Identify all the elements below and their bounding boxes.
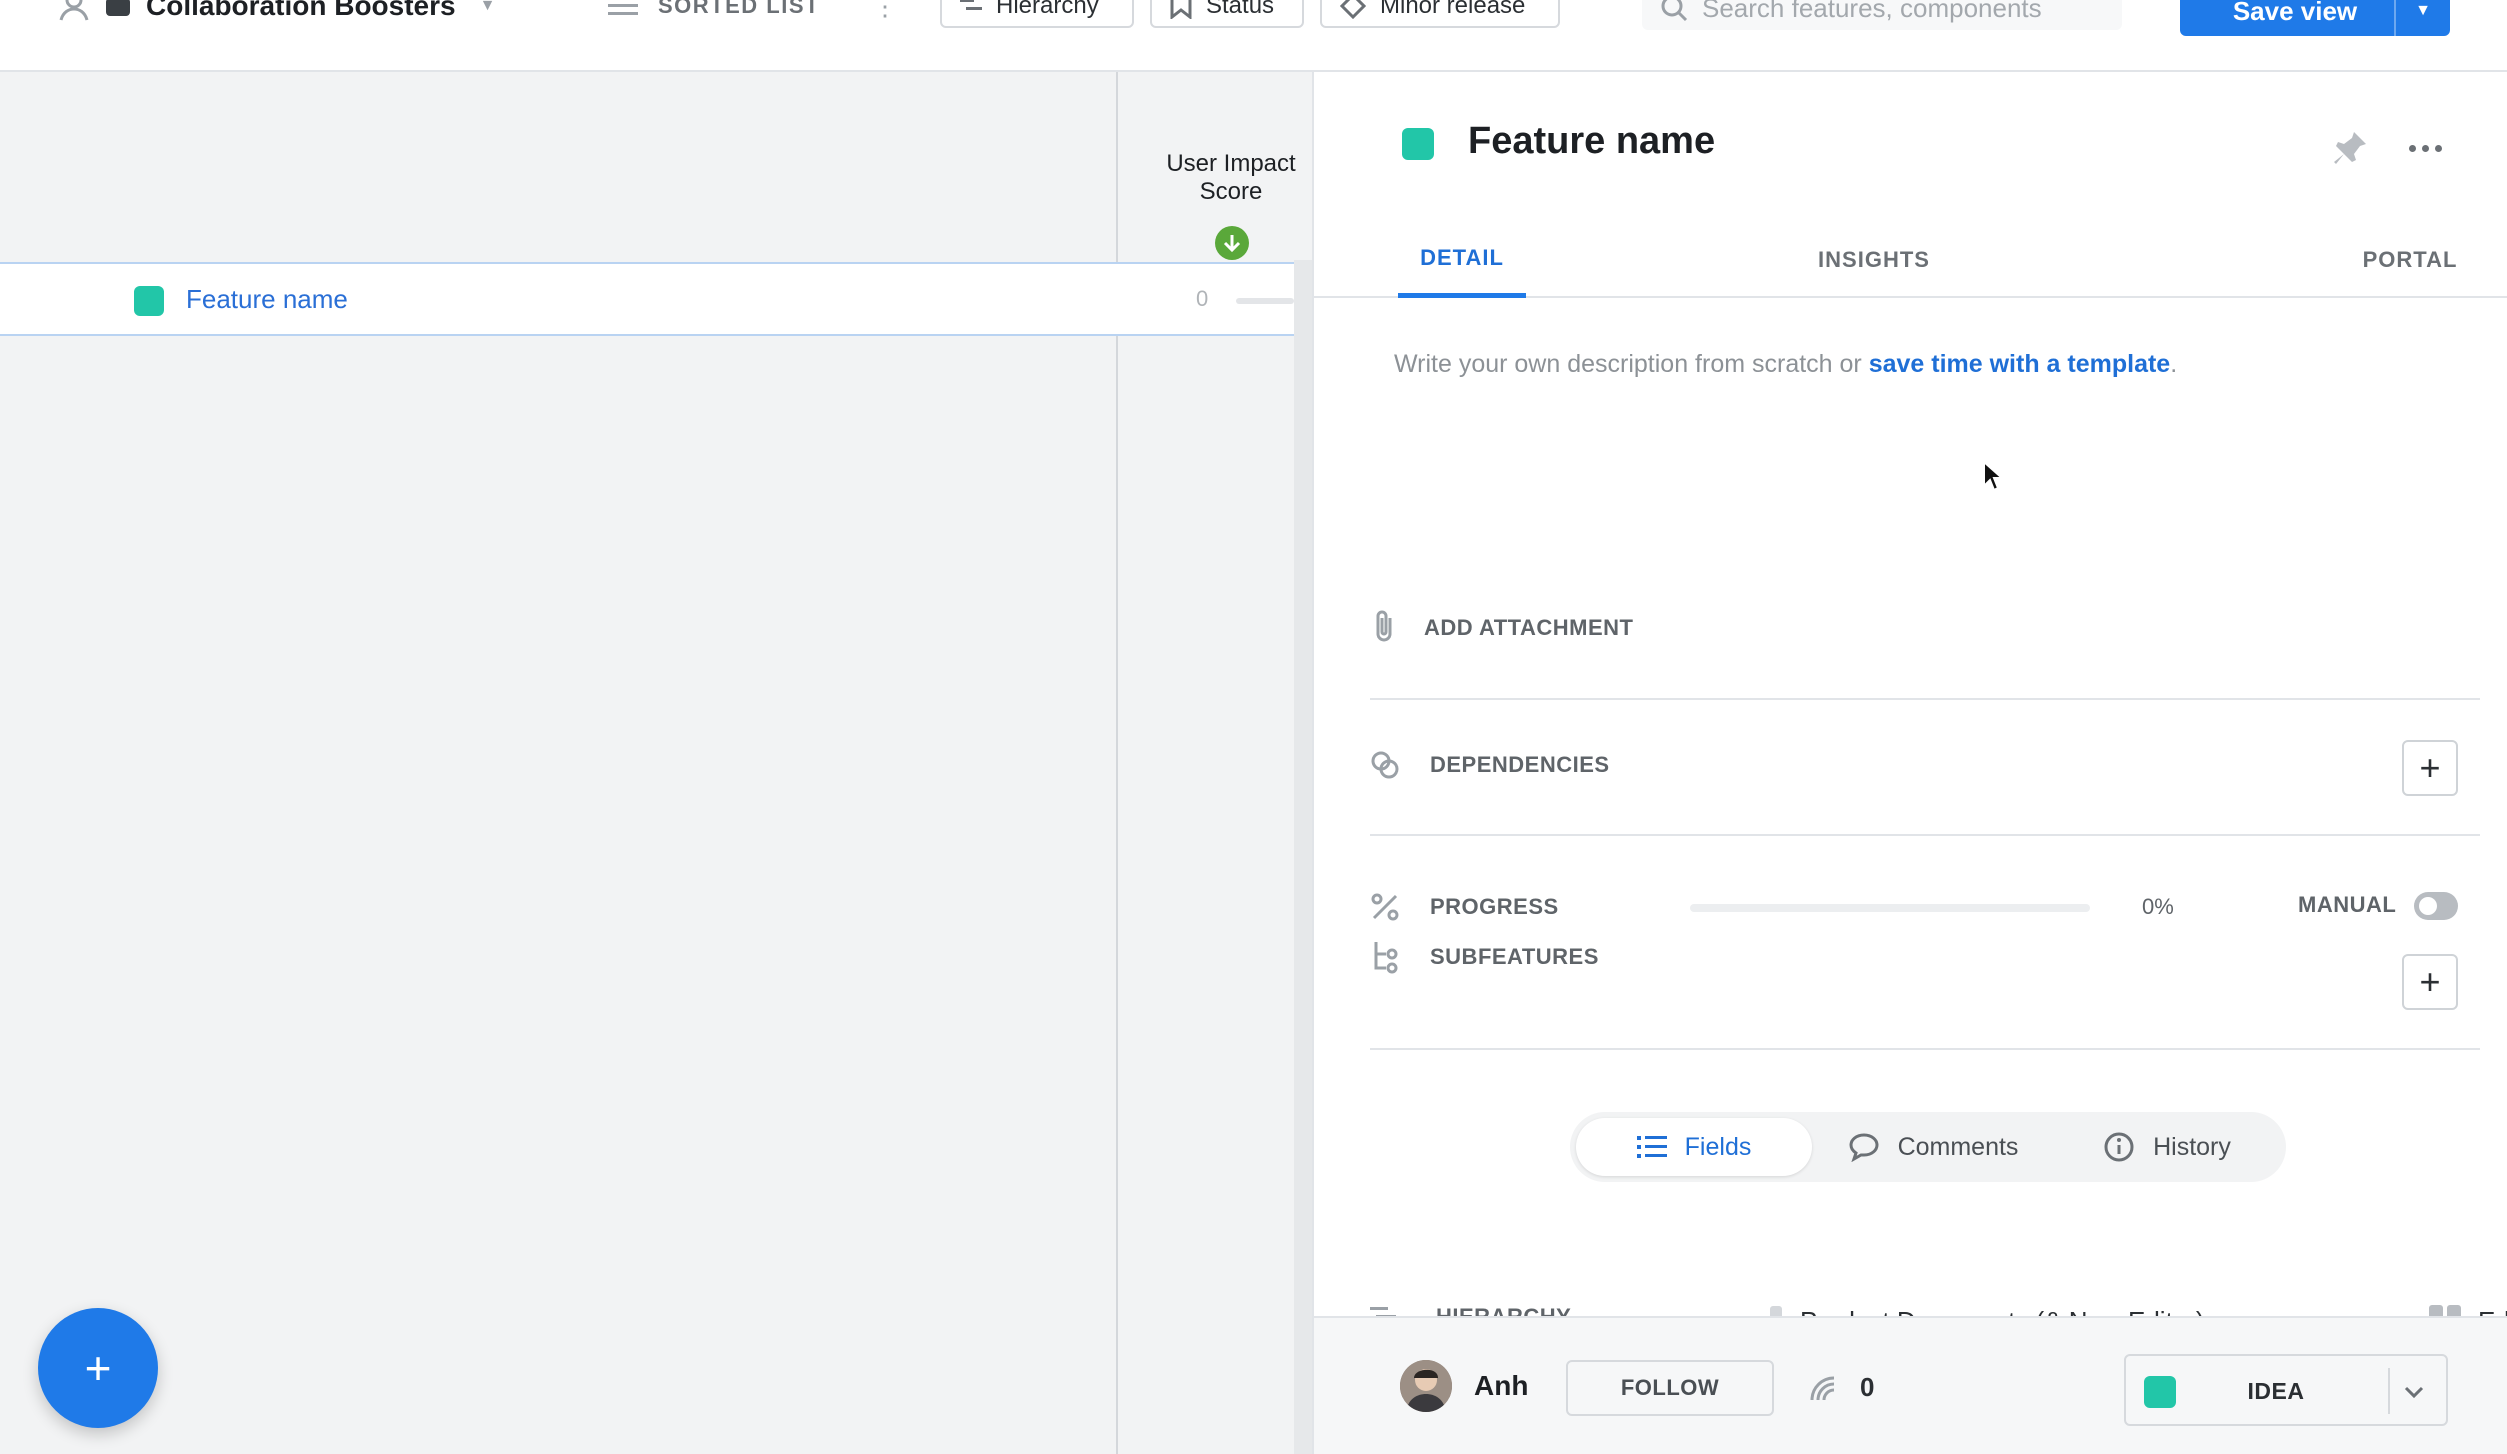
plus-icon: + (84, 1342, 112, 1394)
column-header-user-impact[interactable]: User Impact Score (1140, 150, 1322, 206)
segment-label: History (2153, 1132, 2231, 1161)
filter-release[interactable]: Minor release (1320, 0, 1560, 28)
workspace-name: Collaboration Boosters (146, 0, 456, 21)
plus-icon: + (2419, 747, 2441, 788)
list-scrollbar[interactable] (1294, 260, 1312, 1454)
segment-label: Fields (1684, 1132, 1752, 1161)
avatar[interactable] (1400, 1360, 1452, 1412)
template-link[interactable]: save time with a template (1869, 350, 2171, 378)
chevron-down-icon[interactable]: ▼ (480, 0, 496, 15)
description-suffix: . (2170, 350, 2178, 378)
filter-label: Hierarchy (996, 0, 1099, 19)
comment-icon (1849, 1133, 1879, 1162)
list-icon (1636, 1136, 1667, 1158)
dependencies-section: DEPENDENCIES (1370, 750, 1610, 780)
subfeature-icon (1374, 942, 1398, 974)
user-impact-score: 0 (1196, 286, 1209, 311)
info-icon (2104, 1132, 2134, 1162)
feature-color-swatch[interactable] (1402, 128, 1434, 160)
subfeatures-label: SUBFEATURES (1430, 944, 1599, 969)
top-bar: Collaboration Boosters ▼ SORTED LIST ⋮ H… (0, 0, 2507, 72)
search-input[interactable]: Search features, components (1642, 0, 2122, 30)
vote-value: 0 (1860, 1372, 1875, 1402)
feature-name-link[interactable]: Feature name (186, 284, 348, 315)
search-icon (1661, 0, 1688, 22)
fields-comments-history-switch: Fields Comments History (1570, 1112, 2286, 1182)
tab-portal[interactable]: PORTAL (2330, 222, 2490, 298)
manual-progress-toggle[interactable] (2414, 892, 2458, 920)
score-bar (1236, 298, 1294, 304)
progress-section: PROGRESS (1370, 892, 1559, 922)
feature-color-swatch (134, 286, 164, 316)
segment-fields[interactable]: Fields (1576, 1118, 1812, 1176)
save-view-button[interactable]: Save view ▼ (2180, 0, 2450, 36)
filter-status[interactable]: Status (1150, 0, 1304, 28)
add-attachment-button[interactable]: ADD ATTACHMENT (1370, 610, 1633, 646)
tab-insights[interactable]: INSIGHTS (1774, 222, 1974, 298)
detail-footer: Anh FOLLOW 0 IDEA (1314, 1316, 2507, 1454)
add-dependency-button[interactable]: + (2402, 740, 2458, 796)
segment-history[interactable]: History (2054, 1118, 2280, 1176)
segment-label: Comments (1897, 1132, 2019, 1161)
percent-icon (1371, 893, 1399, 921)
section-divider (1370, 1048, 2480, 1050)
filter-label: Status (1206, 0, 1275, 19)
signal-icon (1810, 1376, 1835, 1400)
detail-tabs: DETAIL INSIGHTS PORTAL (1314, 222, 2507, 298)
add-attachment-label: ADD ATTACHMENT (1424, 615, 1634, 640)
dependencies-label: DEPENDENCIES (1430, 752, 1610, 777)
vote-count[interactable]: 0 (1808, 1372, 1874, 1403)
filter-label: Minor release (1380, 0, 1526, 19)
chevron-down-icon[interactable] (2402, 1380, 2426, 1404)
add-subfeature-button[interactable]: + (2402, 954, 2458, 1010)
view-type-label: SORTED LIST (658, 0, 820, 18)
follow-button[interactable]: FOLLOW (1566, 1360, 1774, 1416)
workspace-selector[interactable]: Collaboration Boosters ▼ (58, 0, 495, 26)
view-type-selector[interactable]: SORTED LIST (608, 0, 820, 26)
status-label: IDEA (2247, 1378, 2305, 1404)
status-separator (2388, 1368, 2390, 1414)
add-feature-button[interactable]: + (38, 1308, 158, 1428)
mouse-cursor-icon (1983, 460, 2004, 492)
description-editor[interactable]: Write your own description from scratch … (1394, 350, 2177, 379)
pin-icon[interactable] (2330, 128, 2370, 168)
hierarchy-icon (960, 0, 982, 10)
link-icon (1371, 751, 1399, 779)
view-options-icon[interactable]: ⋮ (872, 0, 898, 26)
status-color-swatch (2144, 1376, 2176, 1408)
workspace-icon (106, 0, 130, 16)
filter-hierarchy[interactable]: Hierarchy (940, 0, 1134, 28)
progress-value: 0% (2142, 894, 2174, 919)
feature-title[interactable]: Feature name (1468, 120, 1715, 163)
bookmark-icon (1170, 0, 1192, 19)
progress-bar[interactable] (1690, 904, 2090, 912)
list-icon (608, 4, 638, 15)
search-placeholder: Search features, components (1702, 0, 2042, 23)
user-icon (59, 0, 89, 21)
description-placeholder: Write your own description from scratch … (1394, 350, 1869, 378)
sort-descending-icon[interactable] (1215, 226, 1249, 260)
chevron-down-icon[interactable]: ▼ (2394, 0, 2450, 36)
section-divider (1370, 834, 2480, 836)
feature-detail-panel: Feature name DETAIL INSIGHTS PORTAL Writ… (1312, 72, 2507, 1454)
paperclip-icon (1376, 610, 1392, 642)
owner-name: Anh (1474, 1370, 1529, 1401)
section-divider (1370, 698, 2480, 700)
plus-icon: + (2419, 961, 2441, 1002)
release-icon (1340, 0, 1366, 19)
segment-comments[interactable]: Comments (1820, 1118, 2046, 1176)
subfeatures-section: SUBFEATURES (1370, 940, 1599, 974)
status-dropdown[interactable]: IDEA (2124, 1354, 2448, 1426)
manual-label: MANUAL (2298, 892, 2397, 917)
tab-detail[interactable]: DETAIL (1398, 222, 1526, 298)
table-row[interactable]: Feature name 0 (0, 262, 1294, 336)
more-options-icon[interactable] (2402, 128, 2448, 168)
progress-label: PROGRESS (1430, 894, 1559, 919)
